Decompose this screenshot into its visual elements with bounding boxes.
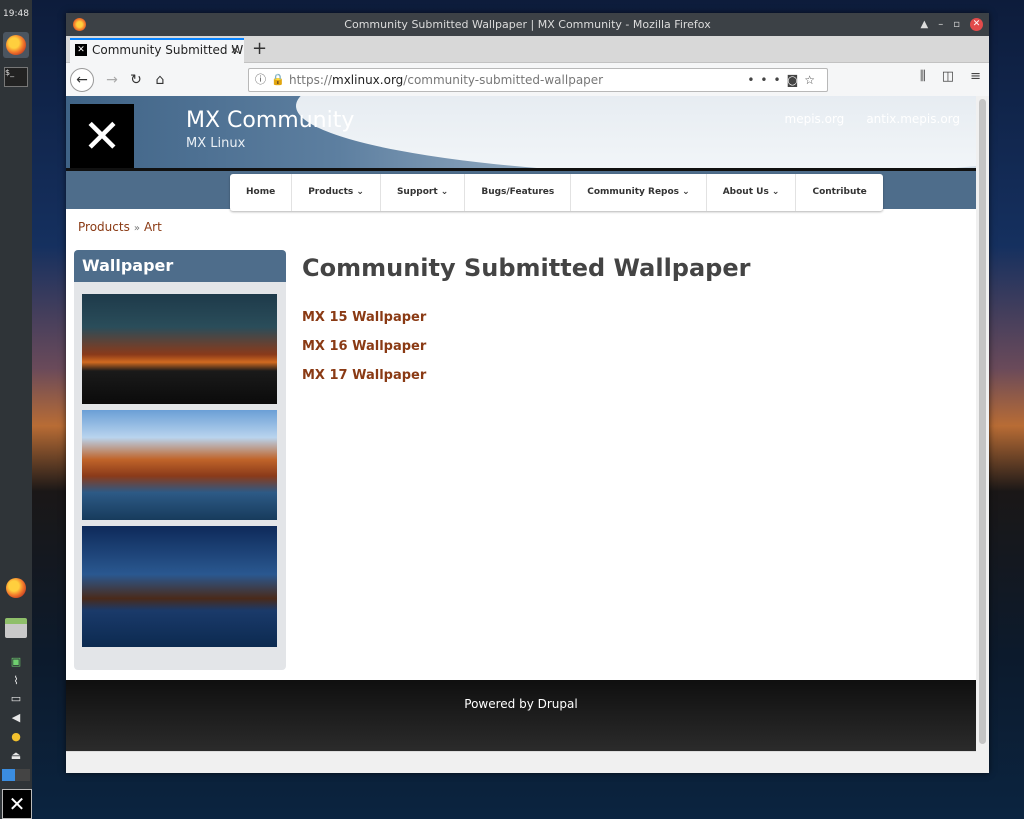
folder-icon — [5, 618, 27, 638]
firefox-launcher[interactable] — [3, 575, 29, 601]
desktop-panel: 19:48 $_ ▣ ⌇ ▭ ◀ ● ⏏ ✕ — [0, 0, 32, 819]
link-mx15-wallpaper[interactable]: MX 15 Wallpaper — [302, 310, 426, 325]
mx-favicon-icon: ✕ — [75, 44, 87, 56]
terminal-icon: $_ — [4, 67, 28, 87]
url-bar[interactable]: ⓘ 🔒 https://mxlinux.org/community-submit… — [248, 68, 828, 92]
page-actions-icon[interactable]: ••• — [747, 73, 786, 87]
library-icon[interactable]: ⫼ — [920, 69, 926, 84]
maximize-button[interactable]: ▫ — [953, 13, 960, 36]
firefox-icon — [73, 18, 86, 31]
reload-button[interactable]: ↻ — [124, 68, 148, 92]
workspace-switcher[interactable] — [2, 769, 30, 781]
terminal-task-button[interactable]: $_ — [3, 64, 29, 90]
bookmark-star-icon[interactable]: ☆ — [804, 73, 821, 87]
firefox-icon — [6, 578, 26, 598]
firefox-window: Community Submitted Wallpaper | MX Commu… — [66, 13, 989, 773]
close-tab-icon[interactable]: ✕ — [230, 40, 240, 61]
window-title: Community Submitted Wallpaper | MX Commu… — [344, 18, 711, 31]
site-info-icon[interactable]: ⓘ — [255, 69, 266, 91]
back-button[interactable]: ← — [70, 68, 94, 92]
close-window-button[interactable]: ✕ — [970, 18, 983, 31]
network-icon[interactable]: ▭ — [8, 692, 24, 706]
site-footer: Powered by Drupal — [66, 680, 976, 751]
new-tab-button[interactable]: + — [252, 36, 267, 62]
breadcrumb-art[interactable]: Art — [144, 220, 162, 234]
volume-icon[interactable]: ◀ — [8, 711, 24, 725]
web-page: ✕ MX Community MX Linux mepis.org antix.… — [66, 96, 976, 751]
page-title: Community Submitted Wallpaper — [302, 254, 751, 282]
menu-about-us[interactable]: About Us ⌄ — [707, 174, 797, 211]
tab-bar: ✕ Community Submitted W ✕ + — [66, 36, 989, 63]
menu-contribute[interactable]: Contribute — [796, 174, 882, 211]
tab-active[interactable]: ✕ Community Submitted W ✕ — [70, 38, 244, 63]
power-icon[interactable]: ● — [8, 730, 24, 744]
shade-button[interactable]: ▲ — [921, 13, 929, 36]
link-mx17-wallpaper[interactable]: MX 17 Wallpaper — [302, 368, 426, 383]
clock: 19:48 — [3, 9, 29, 19]
package-updater-icon[interactable]: ▣ — [8, 655, 24, 669]
menu-home[interactable]: Home — [230, 174, 293, 211]
wallpaper-thumbnail[interactable] — [82, 410, 277, 520]
sidebar-title: Wallpaper — [74, 250, 286, 282]
wallpaper-thumbnail[interactable] — [82, 294, 277, 404]
wallpaper-thumbnail[interactable] — [82, 526, 277, 647]
site-slogan: MX Linux — [186, 136, 246, 151]
horizontal-scrollbar[interactable] — [66, 751, 976, 763]
mx-menu-button[interactable]: ✕ — [2, 789, 32, 819]
link-mx16-wallpaper[interactable]: MX 16 Wallpaper — [302, 339, 426, 354]
main-menu: Home Products ⌄ Support ⌄ Bugs/Features … — [230, 174, 883, 211]
vertical-scrollbar[interactable] — [976, 96, 989, 751]
site-name[interactable]: MX Community — [186, 108, 354, 133]
sidebar-toggle-icon[interactable]: ◫ — [942, 69, 954, 84]
eject-icon[interactable]: ⏏ — [8, 749, 24, 763]
site-header: ✕ MX Community MX Linux mepis.org antix.… — [66, 96, 976, 176]
header-link-antix[interactable]: antix.mepis.org — [866, 112, 960, 126]
menu-support[interactable]: Support ⌄ — [381, 174, 466, 211]
tab-title: Community Submitted W — [92, 43, 244, 57]
menu-community-repos[interactable]: Community Repos ⌄ — [571, 174, 707, 211]
minimize-button[interactable]: – — [938, 13, 943, 36]
hamburger-menu-icon[interactable]: ≡ — [970, 69, 981, 84]
header-link-mepis[interactable]: mepis.org — [785, 112, 845, 126]
clipboard-icon[interactable]: ⌇ — [8, 674, 24, 688]
mx-logo[interactable]: ✕ — [70, 104, 134, 168]
lock-icon: 🔒 — [271, 73, 285, 86]
wallpaper-sidebar: Wallpaper — [74, 250, 286, 670]
navigation-toolbar: ← → ↻ ⌂ ⓘ 🔒 https://mxlinux.org/communit… — [66, 63, 989, 98]
url-text[interactable]: https://mxlinux.org/community-submitted-… — [289, 69, 603, 91]
menu-products[interactable]: Products ⌄ — [292, 174, 381, 211]
breadcrumb: Products» Art — [78, 220, 162, 234]
pocket-icon[interactable]: ◙ — [787, 73, 805, 87]
breadcrumb-products[interactable]: Products — [78, 220, 130, 234]
footer-powered-by[interactable]: Powered by Drupal — [464, 697, 577, 711]
window-titlebar[interactable]: Community Submitted Wallpaper | MX Commu… — [66, 13, 989, 36]
home-button[interactable]: ⌂ — [148, 68, 172, 92]
forward-button[interactable]: → — [100, 68, 124, 92]
file-manager-launcher[interactable] — [3, 615, 29, 641]
firefox-task-button[interactable] — [3, 32, 29, 58]
menu-bugs-features[interactable]: Bugs/Features — [465, 174, 572, 211]
firefox-icon — [6, 35, 26, 55]
